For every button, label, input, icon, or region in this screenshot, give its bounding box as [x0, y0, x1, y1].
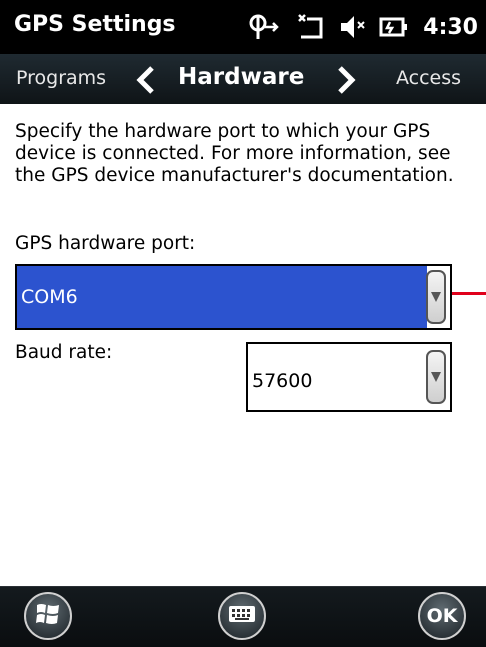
status-icons: 4:30	[247, 10, 478, 44]
volume-off-icon[interactable]	[339, 13, 365, 41]
baud-rate-label: Baud rate:	[15, 342, 113, 363]
baud-rate-value[interactable]: 57600	[252, 370, 312, 392]
description-text: Specify the hardware port to which your …	[15, 121, 454, 186]
chevron-down-icon	[431, 372, 441, 382]
tab-hardware[interactable]: Hardware	[178, 64, 304, 90]
windows-start-icon	[35, 601, 61, 631]
chevron-right-icon[interactable]	[336, 66, 358, 98]
app-title: GPS Settings	[14, 12, 176, 37]
baud-rate-dropdown-button[interactable]	[426, 350, 446, 404]
chevron-down-icon	[431, 292, 441, 302]
baud-rate-dropdown[interactable]: 57600	[246, 342, 452, 412]
ok-label: OK	[426, 605, 458, 627]
title-bar: GPS Settings 4:30	[0, 0, 486, 54]
keyboard-button[interactable]	[218, 592, 266, 640]
gps-port-dropdown-button[interactable]	[426, 270, 446, 324]
clock: 4:30	[423, 14, 478, 40]
tab-bar: Programs Hardware Access	[0, 54, 486, 104]
start-button[interactable]	[24, 592, 72, 640]
tab-programs[interactable]: Programs	[16, 67, 106, 89]
gps-port-dropdown[interactable]: COM6	[15, 264, 452, 330]
ok-button[interactable]: OK	[418, 592, 466, 640]
connectivity-icon[interactable]	[247, 13, 281, 41]
chevron-left-icon[interactable]	[134, 66, 156, 98]
tab-access[interactable]: Access	[396, 67, 461, 89]
keyboard-icon	[228, 605, 256, 627]
signal-off-icon[interactable]	[295, 13, 325, 41]
gps-port-value[interactable]: COM6	[17, 266, 427, 328]
bottom-bar: OK	[0, 586, 486, 647]
gps-port-label: GPS hardware port:	[15, 233, 196, 254]
annotation-line	[452, 292, 486, 295]
battery-charging-icon[interactable]	[379, 13, 409, 41]
